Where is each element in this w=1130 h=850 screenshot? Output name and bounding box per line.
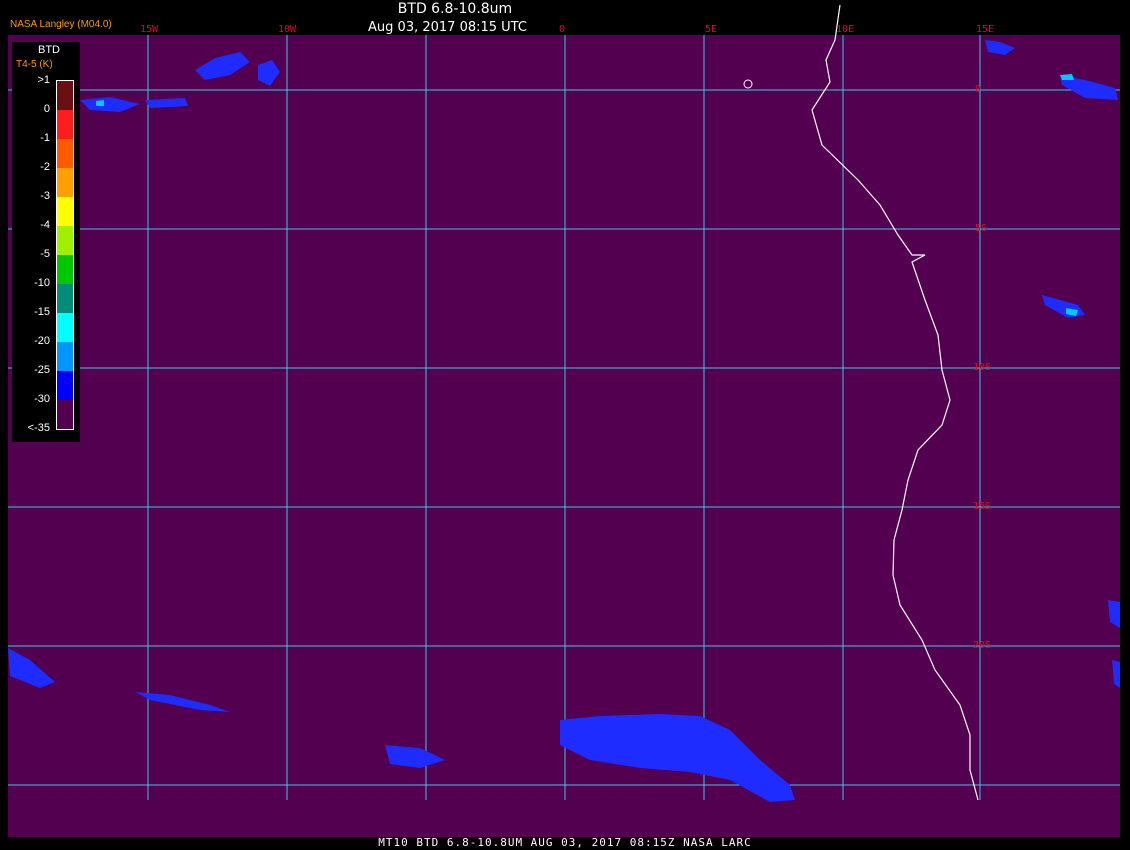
legend-color-swatch — [57, 400, 73, 429]
color-legend: BTD T4-5 (K) >1 0 -1 -2 -3 -4 -5 -10 -15 -20 -25 -3… — [12, 42, 80, 442]
legend-tick-label: -20 — [34, 335, 50, 347]
lon-label-10e: 10E — [836, 24, 855, 35]
legend-color-swatch — [57, 81, 73, 110]
legend-color-swatch — [57, 168, 73, 197]
legend-tick-label: -15 — [34, 306, 50, 318]
lon-label-5e: 5E — [705, 24, 718, 35]
legend-tick-label: -3 — [40, 190, 50, 202]
lon-label-0: 0 — [559, 24, 566, 35]
legend-color-swatch — [57, 371, 73, 400]
legend-colorbar — [56, 80, 74, 430]
legend-title: BTD — [38, 44, 60, 56]
map-title: BTD 6.8-10.8um — [397, 1, 513, 17]
legend-color-swatch — [57, 110, 73, 139]
legend-tick-label: -4 — [40, 219, 50, 231]
legend-tick-label: 0 — [43, 103, 50, 115]
legend-tick-label: -1 — [40, 132, 50, 144]
legend-color-swatch — [57, 342, 73, 371]
map-background — [8, 35, 1120, 837]
legend-color-swatch — [57, 313, 73, 342]
legend-tick-label: -10 — [34, 277, 50, 289]
lon-label-15e: 15E — [976, 24, 995, 35]
legend-tick-label: >1 — [37, 74, 50, 86]
legend-color-swatch — [57, 255, 73, 284]
lat-label-5s: 5S — [975, 223, 988, 234]
legend-tick-label: -5 — [40, 248, 50, 260]
legend-tick-label: <-35 — [27, 422, 50, 434]
provider-label: NASA Langley (M04.0) — [10, 19, 112, 30]
lat-label-10s: 10S — [973, 362, 992, 373]
legend-color-swatch — [57, 284, 73, 313]
legend-units: T4-5 (K) — [16, 59, 53, 70]
footer-caption: MT10 BTD 6.8-10.8UM AUG 03, 2017 08:15Z … — [378, 836, 752, 849]
satellite-map — [8, 4, 1120, 837]
lon-label-10w: 10W — [278, 24, 297, 35]
lat-label-15s: 15S — [973, 501, 992, 512]
lon-label-15w: 15W — [140, 24, 159, 35]
legend-tick-label: -2 — [40, 161, 50, 173]
map-timestamp: Aug 03, 2017 08:15 UTC — [368, 20, 527, 35]
legend-tick-label: -30 — [34, 393, 50, 405]
legend-color-swatch — [57, 226, 73, 255]
lat-label-20s: 20S — [973, 640, 992, 651]
legend-color-swatch — [57, 139, 73, 168]
legend-color-swatch — [57, 197, 73, 226]
legend-tick-label: -25 — [34, 364, 50, 376]
cloud-core-northeast — [1060, 74, 1074, 80]
lat-label-0: 0 — [975, 84, 982, 95]
cloud-core-equator — [96, 100, 104, 106]
